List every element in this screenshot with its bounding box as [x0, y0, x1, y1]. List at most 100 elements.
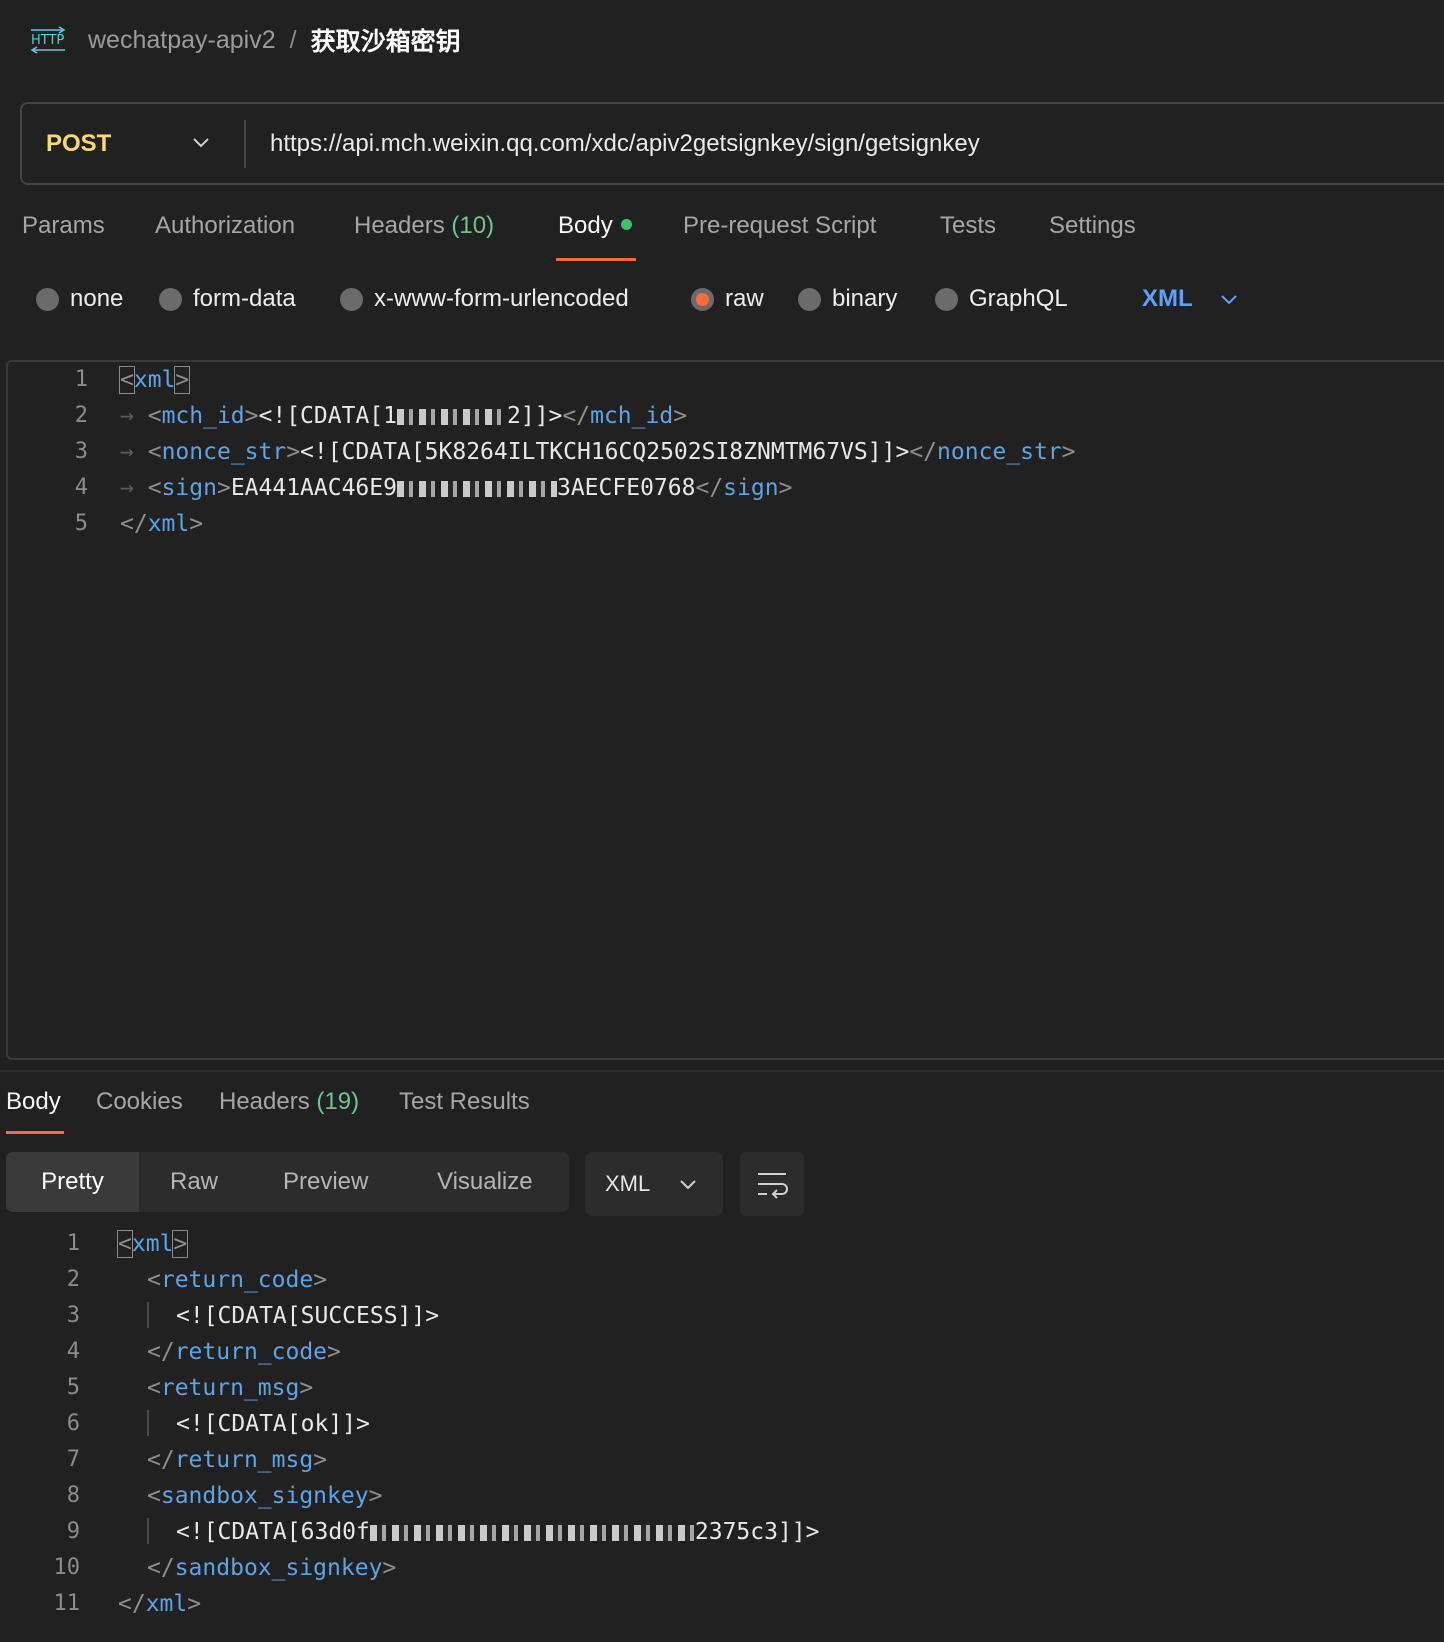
xml-value: <![CDATA[1	[258, 403, 397, 429]
radio-circle-checked	[691, 287, 714, 311]
bracket: >	[327, 1339, 341, 1365]
xml-tag: xml	[131, 1231, 174, 1257]
view-preview-button[interactable]: Preview	[283, 1152, 368, 1212]
code-line: <![CDATA[SUCCESS]]>	[176, 1298, 439, 1334]
line-number: 5	[66, 1375, 80, 1400]
tab-body[interactable]: Body	[558, 212, 632, 240]
view-raw-button[interactable]: Raw	[170, 1152, 218, 1212]
bracket-open: <	[119, 366, 135, 394]
code-line: → <mch_id><![CDATA[1 2]]></mch_id>	[120, 398, 687, 434]
tab-params[interactable]: Params	[22, 212, 105, 240]
tab-response-headers[interactable]: Headers (19)	[219, 1088, 359, 1116]
divider	[244, 120, 246, 168]
radio-none[interactable]: none	[36, 285, 123, 313]
bracket: <	[147, 1483, 161, 1509]
method-label: POST	[46, 129, 112, 157]
bracket: >	[778, 475, 793, 501]
radio-binary[interactable]: binary	[798, 285, 897, 313]
breadcrumb-collection[interactable]: wechatpay-apiv2	[88, 26, 276, 55]
bracket: </	[118, 1591, 146, 1617]
tab-settings[interactable]: Settings	[1049, 212, 1136, 240]
line-number: 3	[74, 439, 88, 464]
xml-tag: mch_id	[590, 403, 674, 429]
code-line: <return_code>	[147, 1262, 327, 1298]
line-number: 10	[53, 1555, 81, 1580]
view-pretty-button[interactable]: Pretty	[6, 1152, 139, 1212]
pane-divider[interactable]	[0, 1070, 1444, 1072]
url-bar: POST https://api.mch.weixin.qq.com/xdc/a…	[20, 102, 1444, 185]
format-label: XML	[605, 1171, 651, 1196]
xml-value: 3AECFE0768	[556, 475, 696, 501]
bracket: >	[313, 1267, 328, 1293]
code-line: → <sign>EA441AAC46E9 3AECFE0768</sign>	[120, 470, 792, 506]
language-label: XML	[1142, 285, 1193, 312]
code-line: <![CDATA[63d0f 2375c3]]>	[176, 1514, 820, 1550]
bracket: </	[147, 1555, 175, 1581]
bracket: >	[187, 1591, 202, 1617]
radio-label: binary	[832, 285, 898, 312]
view-visualize-button[interactable]: Visualize	[437, 1152, 533, 1212]
tab-authorization[interactable]: Authorization	[155, 212, 295, 240]
redacted-block	[397, 408, 507, 425]
tab-pre-request-script[interactable]: Pre-request Script	[683, 212, 876, 240]
code-line: </return_code>	[147, 1334, 341, 1370]
bracket: >	[189, 511, 204, 537]
bracket: </	[120, 511, 148, 537]
xml-value: <![CDATA[SUCCESS]]>	[176, 1303, 440, 1329]
bracket: >	[313, 1447, 328, 1473]
chevron-down-icon[interactable]	[190, 131, 212, 153]
xml-tag: return_msg	[174, 1447, 314, 1473]
indent-arrow-icon: →	[120, 439, 148, 465]
url-input[interactable]: https://api.mch.weixin.qq.com/xdc/apiv2g…	[270, 104, 980, 183]
tab-tests[interactable]: Tests	[940, 212, 996, 240]
http-icon: HTTP	[30, 26, 66, 54]
code-line: <![CDATA[ok]]>	[176, 1406, 370, 1442]
xml-tag: xml	[147, 511, 190, 537]
tab-response-body[interactable]: Body	[6, 1088, 61, 1116]
line-number: 4	[74, 475, 88, 500]
bracket: <	[147, 1267, 161, 1293]
word-wrap-button[interactable]	[740, 1152, 804, 1216]
radio-circle	[159, 287, 182, 311]
chevron-down-icon	[680, 1180, 696, 1190]
chevron-down-icon	[1220, 295, 1237, 305]
code-line: </sandbox_signkey>	[147, 1550, 396, 1586]
response-view-toggle: Pretty Raw Preview Visualize	[6, 1152, 569, 1212]
indent-guide	[147, 1518, 149, 1544]
radio-label: none	[70, 285, 124, 312]
line-number: 7	[66, 1447, 80, 1472]
bracket: >	[216, 475, 231, 501]
active-tab-indicator	[6, 1131, 64, 1134]
xml-value: 2375c3]]>	[694, 1519, 820, 1545]
xml-value: <![CDATA[63d0f	[176, 1519, 370, 1545]
radio-graphql[interactable]: GraphQL	[935, 285, 1068, 313]
radio-urlencoded[interactable]: x-www-form-urlencoded	[340, 285, 629, 313]
radio-circle	[36, 287, 59, 311]
line-number: 5	[74, 511, 88, 536]
indent-guide	[147, 1302, 149, 1328]
xml-value: EA441AAC46E9	[230, 475, 397, 501]
breadcrumb-request-name[interactable]: 获取沙箱密钥	[311, 22, 461, 58]
bracket: >	[1061, 439, 1076, 465]
tab-cookies[interactable]: Cookies	[96, 1088, 183, 1116]
bracket: <	[147, 403, 162, 429]
xml-tag: nonce_str	[161, 439, 287, 465]
method-select[interactable]: POST	[46, 104, 111, 183]
tab-test-results[interactable]: Test Results	[399, 1088, 530, 1116]
language-select[interactable]: XML	[1142, 285, 1239, 313]
code-line: </xml>	[118, 1586, 201, 1622]
radio-form-data[interactable]: form-data	[159, 285, 296, 313]
line-number: 11	[53, 1591, 81, 1616]
response-format-select[interactable]: XML	[585, 1152, 723, 1216]
tab-headers[interactable]: Headers (10)	[354, 212, 494, 240]
xml-tag: xml	[145, 1591, 188, 1617]
response-body-viewer[interactable]: 1 2 3 4 5 6 7 8 9 10 11 <xml> <return_co…	[0, 1226, 1444, 1636]
xml-tag: sign	[723, 475, 779, 501]
tab-body-label: Body	[558, 212, 613, 239]
line-number: 6	[66, 1411, 80, 1436]
request-body-editor[interactable]: 1 2 3 4 5 <xml> → <mch_id><![CDATA[1 2]]>…	[6, 360, 1444, 1060]
radio-circle	[798, 287, 821, 311]
code-line: </return_msg>	[147, 1442, 327, 1478]
radio-raw[interactable]: raw	[691, 285, 764, 313]
bracket: >	[673, 403, 688, 429]
